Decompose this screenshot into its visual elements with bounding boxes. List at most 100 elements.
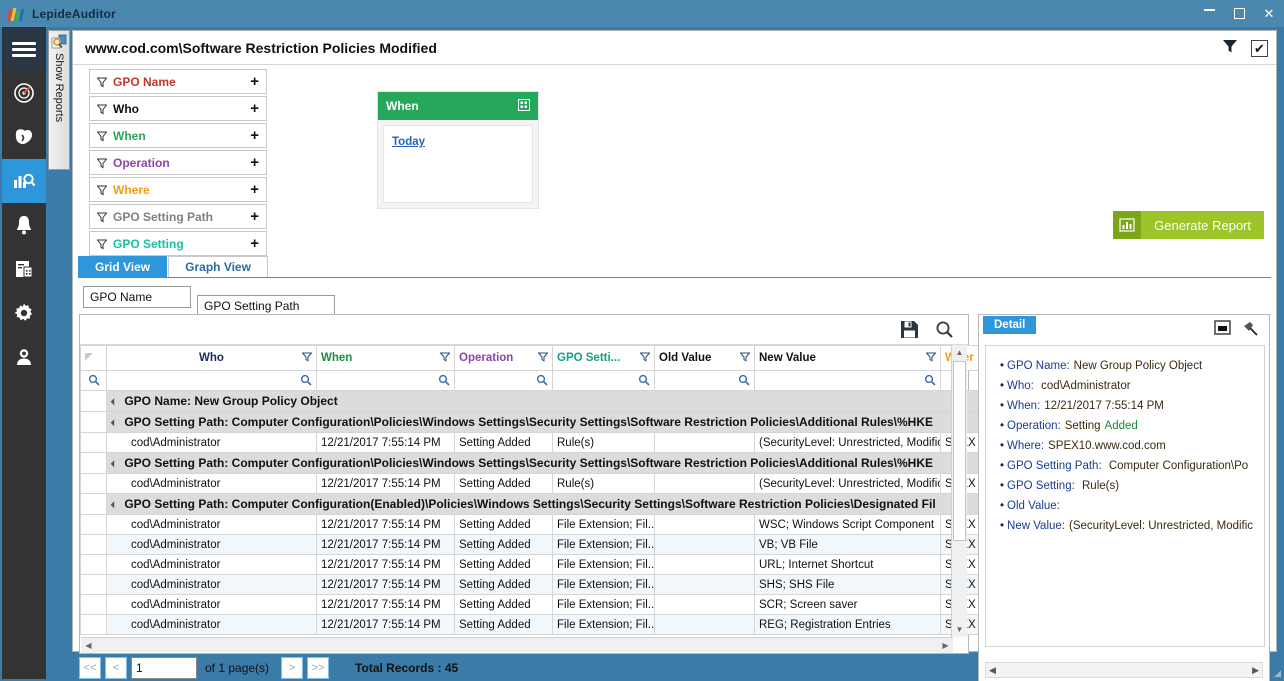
expand-icon[interactable]: +	[250, 235, 259, 252]
column-header-new-value[interactable]: New Value	[754, 345, 941, 371]
maximize-button[interactable]	[1224, 0, 1254, 27]
table-row[interactable]: cod\Administrator 12/21/2017 7:55:14 PM …	[80, 534, 985, 555]
funnel-icon	[96, 212, 108, 223]
expand-arrow-icon[interactable]	[110, 398, 118, 406]
sidebar-item-audit-reports[interactable]	[2, 159, 46, 203]
column-filter-icon[interactable]	[301, 352, 313, 365]
grid-icon[interactable]	[518, 98, 530, 114]
filter-row-where[interactable]: Where +	[89, 177, 267, 202]
window-controls: ✕	[1194, 0, 1284, 27]
group-label: GPO Setting Path: Computer Configuration…	[124, 497, 936, 511]
scroll-up-arrow-icon[interactable]: ▲	[952, 345, 967, 360]
filter-row-gpo-setting-path[interactable]: GPO Setting Path +	[89, 204, 267, 229]
table-row[interactable]: cod\Administrator 12/21/2017 7:55:14 PM …	[80, 594, 985, 615]
close-button[interactable]: ✕	[1254, 0, 1284, 27]
sidebar-item-radar[interactable]	[2, 71, 46, 115]
search-cell-when[interactable]	[316, 370, 455, 391]
table-row[interactable]: cod\Administrator 12/21/2017 7:55:14 PM …	[80, 614, 985, 635]
prev-page-button[interactable]: <	[105, 657, 127, 679]
sidebar-item-alerts[interactable]	[2, 203, 46, 247]
group-row-level1[interactable]: GPO Name: New Group Policy Object	[80, 390, 985, 412]
when-selection-today[interactable]: Today	[392, 136, 425, 148]
pin-icon[interactable]	[1242, 320, 1259, 342]
save-floppy-icon[interactable]	[900, 320, 919, 344]
group-row-level2[interactable]: GPO Setting Path: Computer Configuration…	[80, 452, 985, 474]
column-filter-icon[interactable]	[925, 352, 937, 365]
column-filter-icon[interactable]	[537, 352, 549, 365]
sidebar-item-admin[interactable]	[2, 335, 46, 379]
window-resize-grip[interactable]: ◢	[1274, 668, 1281, 679]
column-header-operation[interactable]: Operation	[454, 345, 553, 371]
search-magnifier-icon[interactable]	[935, 320, 954, 344]
expand-icon[interactable]: +	[250, 100, 259, 117]
filter-row-operation[interactable]: Operation +	[89, 150, 267, 175]
search-cell[interactable]	[80, 370, 107, 391]
next-page-button[interactable]: >	[281, 657, 304, 679]
group-row-level2[interactable]: GPO Setting Path: Computer Configuration…	[80, 493, 985, 515]
sidebar-item-menu-toggle[interactable]	[2, 27, 46, 71]
tab-grid-view[interactable]: Grid View	[78, 256, 168, 277]
checkbox-checked-icon[interactable]: ✔	[1251, 40, 1268, 57]
column-header-old-value[interactable]: Old Value	[654, 345, 755, 371]
table-row[interactable]: cod\Administrator 12/21/2017 7:55:14 PM …	[80, 514, 985, 535]
tab-detail[interactable]: Detail	[983, 316, 1037, 334]
grid-horizontal-scrollbar[interactable]: ◀ ▶	[81, 637, 953, 653]
expand-icon[interactable]: +	[250, 181, 259, 198]
sidebar-item-settings[interactable]	[2, 291, 46, 335]
table-row[interactable]: cod\Administrator 12/21/2017 7:55:14 PM …	[80, 574, 985, 595]
expand-icon[interactable]: +	[250, 208, 259, 225]
column-header-gpo-setting[interactable]: GPO Setti...	[552, 345, 655, 371]
filter-row-gpo-setting[interactable]: GPO Setting +	[89, 231, 267, 256]
table-row[interactable]: cod\Administrator 12/21/2017 7:55:14 PM …	[80, 554, 985, 575]
scroll-down-arrow-icon[interactable]: ▼	[952, 622, 967, 637]
cell-who: cod\Administrator	[106, 473, 317, 494]
generate-report-button[interactable]: Generate Report	[1113, 211, 1264, 239]
column-header-select[interactable]	[80, 345, 107, 371]
group-chip-gpo-name[interactable]: GPO Name	[83, 286, 191, 308]
show-reports-tab[interactable]: Show Reports	[48, 30, 70, 170]
expand-arrow-icon[interactable]	[110, 460, 118, 468]
column-filter-icon[interactable]	[639, 352, 651, 365]
detail-horizontal-scrollbar[interactable]: ◀ ▶	[985, 662, 1263, 678]
filter-row-when[interactable]: When +	[89, 123, 267, 148]
column-header-when[interactable]: When	[316, 345, 455, 371]
minimize-button[interactable]	[1194, 0, 1224, 27]
expand-arrow-icon[interactable]	[110, 501, 118, 509]
expand-icon[interactable]: +	[250, 154, 259, 171]
scroll-left-arrow-icon[interactable]: ◀	[989, 665, 996, 676]
filter-row-gpo-name[interactable]: GPO Name +	[89, 69, 267, 94]
tab-graph-view[interactable]: Graph View	[168, 256, 268, 277]
row-indicator	[80, 514, 107, 535]
search-cell-old-value[interactable]	[654, 370, 755, 391]
first-page-button[interactable]: <<	[79, 657, 101, 679]
title-bar: LepideAuditor ✕	[0, 0, 1284, 27]
last-page-button[interactable]: >>	[307, 657, 330, 679]
restore-window-icon[interactable]	[1214, 320, 1231, 340]
table-row[interactable]: cod\Administrator 12/21/2017 7:55:14 PM …	[80, 432, 985, 453]
group-row-level2[interactable]: GPO Setting Path: Computer Configuration…	[80, 411, 985, 433]
column-filter-icon[interactable]	[439, 352, 451, 365]
page-number-input[interactable]	[131, 657, 197, 679]
sidebar-item-reports[interactable]	[2, 247, 46, 291]
sidebar-item-health[interactable]	[2, 115, 46, 159]
search-cell-gpo-setting[interactable]	[552, 370, 655, 391]
search-cell-operation[interactable]	[454, 370, 553, 391]
column-filter-icon[interactable]	[739, 352, 751, 365]
filter-row-who[interactable]: Who +	[89, 96, 267, 121]
search-cell-who[interactable]	[106, 370, 317, 391]
row-indicator	[80, 594, 107, 615]
expand-icon[interactable]: +	[250, 127, 259, 144]
column-header-who[interactable]: Who	[106, 345, 317, 371]
scroll-right-arrow-icon[interactable]: ▶	[1252, 665, 1259, 676]
scroll-right-arrow-icon[interactable]: ▶	[938, 638, 953, 653]
cell-who: cod\Administrator	[106, 614, 317, 635]
grid-vertical-scrollbar[interactable]: ▲ ▼	[951, 345, 967, 637]
filter-funnel-icon[interactable]	[1221, 37, 1239, 60]
cell-gpo-setting: File Extension; Fil...	[552, 574, 655, 595]
search-cell-new-value[interactable]	[754, 370, 941, 391]
scroll-left-arrow-icon[interactable]: ◀	[81, 638, 96, 653]
expand-arrow-icon[interactable]	[110, 419, 118, 427]
scroll-thumb[interactable]	[953, 361, 966, 541]
expand-icon[interactable]: +	[250, 73, 259, 90]
table-row[interactable]: cod\Administrator 12/21/2017 7:55:14 PM …	[80, 473, 985, 494]
